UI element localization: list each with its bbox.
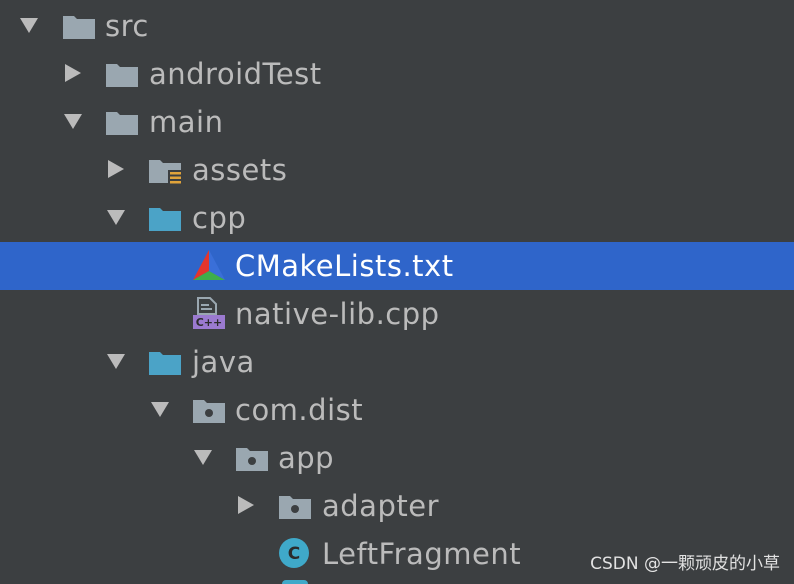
tree-item-label: main: [149, 105, 224, 139]
chevron-down-icon[interactable]: [192, 446, 214, 468]
tree-item-native-lib[interactable]: C++ native-lib.cpp: [0, 290, 794, 338]
package-icon: [235, 443, 269, 473]
tree-item-label: java: [192, 345, 255, 379]
tree-item-label: CMakeLists.txt: [235, 249, 454, 283]
chevron-right-icon[interactable]: [105, 158, 127, 180]
tree-item-label: LeftFragment: [322, 537, 522, 571]
assets-folder-icon: [148, 155, 182, 185]
folder-icon: [105, 59, 139, 89]
cmake-icon: [192, 249, 226, 280]
chevron-down-icon[interactable]: [62, 110, 84, 132]
class-icon: [282, 580, 308, 584]
folder-icon: [105, 107, 139, 137]
source-folder-icon: [148, 347, 182, 377]
svg-text:C: C: [288, 544, 300, 564]
watermark: CSDN @一颗顽皮的小草: [590, 554, 780, 574]
class-icon: C: [278, 537, 312, 568]
tree-item-label: cpp: [192, 201, 247, 235]
tree-item-label: native-lib.cpp: [235, 297, 440, 331]
source-folder-icon: [148, 203, 182, 233]
chevron-right-icon[interactable]: [235, 494, 257, 516]
tree-item-label: com.dist: [235, 393, 364, 427]
tree-item-androidtest[interactable]: androidTest: [0, 50, 794, 98]
tree-item-cpp[interactable]: cpp: [0, 194, 794, 242]
chevron-down-icon[interactable]: [149, 398, 171, 420]
chevron-right-icon[interactable]: [62, 62, 84, 84]
tree-item-label: app: [278, 441, 335, 475]
tree-item-main[interactable]: main: [0, 98, 794, 146]
tree-item-assets[interactable]: assets: [0, 146, 794, 194]
tree-item-label: androidTest: [149, 57, 322, 91]
chevron-down-icon[interactable]: [105, 206, 127, 228]
tree-item-com-dist[interactable]: com.dist: [0, 386, 794, 434]
tree-item-src[interactable]: src: [0, 2, 794, 50]
cpp-file-icon: C++: [192, 296, 226, 329]
chevron-down-icon[interactable]: [105, 350, 127, 372]
chevron-down-icon[interactable]: [18, 14, 40, 36]
project-tree: src androidTest main assets cpp CMakeLis…: [0, 0, 794, 584]
package-icon: [278, 491, 312, 521]
tree-item-adapter[interactable]: adapter: [0, 482, 794, 530]
tree-item-label: src: [105, 9, 149, 43]
tree-item-label: adapter: [322, 489, 439, 523]
folder-icon: [62, 11, 96, 41]
tree-item-cmakelists[interactable]: CMakeLists.txt: [0, 242, 794, 290]
svg-text:C++: C++: [196, 316, 223, 329]
tree-item-app[interactable]: app: [0, 434, 794, 482]
package-icon: [192, 395, 226, 425]
tree-item-label: assets: [192, 153, 288, 187]
tree-item-java[interactable]: java: [0, 338, 794, 386]
